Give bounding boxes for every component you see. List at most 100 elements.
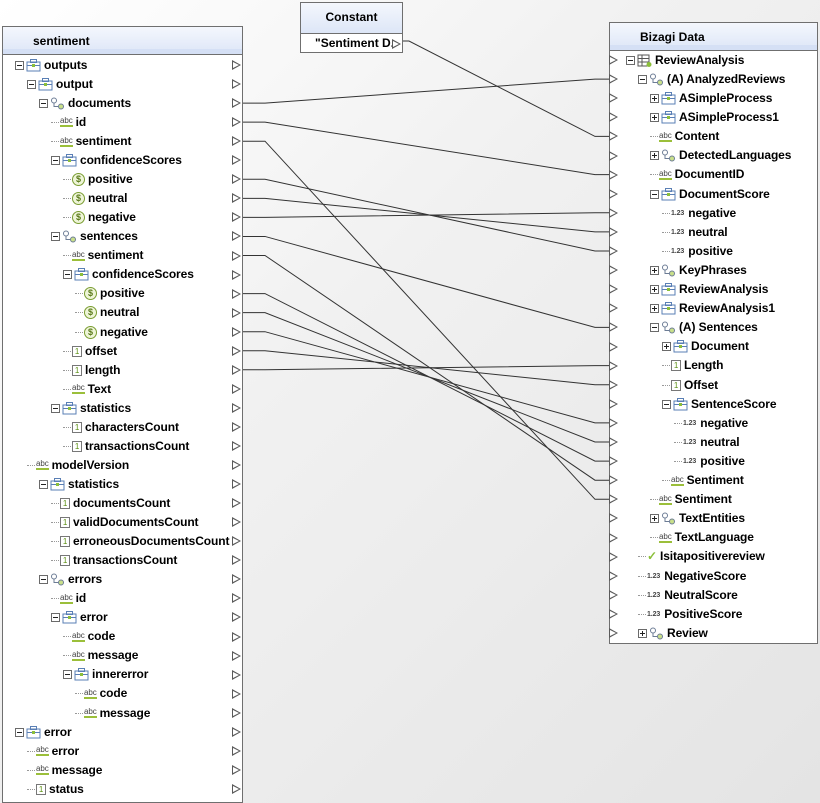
- target-tree-row[interactable]: SentenceScore: [662, 394, 777, 413]
- source-tree-row[interactable]: error: [51, 608, 108, 627]
- expand-toggle-icon[interactable]: [650, 113, 659, 123]
- source-port[interactable]: [232, 669, 241, 680]
- source-tree-row[interactable]: abc code: [63, 627, 115, 646]
- source-port[interactable]: [232, 726, 241, 737]
- collapse-toggle-icon[interactable]: [27, 79, 36, 89]
- source-port[interactable]: [232, 307, 241, 318]
- source-port[interactable]: [232, 98, 241, 109]
- target-port[interactable]: [609, 246, 618, 256]
- source-port[interactable]: [232, 421, 241, 432]
- source-tree-row[interactable]: abc id: [51, 589, 86, 608]
- expand-toggle-icon[interactable]: [650, 514, 659, 524]
- target-port[interactable]: [609, 513, 618, 524]
- target-port[interactable]: [609, 417, 618, 428]
- target-port[interactable]: [609, 55, 618, 65]
- target-port[interactable]: [609, 303, 618, 314]
- collapse-toggle-icon[interactable]: [638, 74, 647, 84]
- target-port[interactable]: [609, 207, 618, 218]
- target-port[interactable]: [609, 131, 618, 142]
- source-tree-row[interactable]: $ positive: [75, 284, 145, 303]
- source-tree-row[interactable]: errors: [39, 570, 102, 589]
- target-port[interactable]: [609, 265, 618, 276]
- target-port[interactable]: [609, 532, 618, 543]
- target-port[interactable]: [609, 475, 618, 486]
- target-port[interactable]: [609, 570, 618, 581]
- target-tree-row[interactable]: 1.23 NegativeScore: [638, 566, 746, 585]
- collapse-toggle-icon[interactable]: [15, 727, 24, 737]
- source-tree-row[interactable]: $ negative: [63, 208, 136, 227]
- source-tree-row[interactable]: 1 documentsCount: [51, 494, 170, 513]
- target-tree-row[interactable]: abc Sentiment: [662, 471, 744, 490]
- target-tree-row[interactable]: 1 Length: [662, 356, 723, 375]
- target-port[interactable]: [609, 360, 618, 371]
- collapse-toggle-icon[interactable]: [39, 479, 48, 489]
- source-tree-row[interactable]: confidenceScores: [51, 151, 182, 170]
- source-port[interactable]: [232, 536, 241, 547]
- collapse-toggle-icon[interactable]: [39, 575, 48, 585]
- constant-output-port[interactable]: [392, 39, 401, 49]
- source-tree-row[interactable]: abc message: [63, 646, 138, 665]
- source-port[interactable]: [232, 402, 241, 413]
- collapse-toggle-icon[interactable]: [650, 189, 659, 199]
- target-tree-row[interactable]: Review: [638, 624, 708, 643]
- source-tree-row[interactable]: abc sentiment: [63, 246, 143, 265]
- source-port[interactable]: [232, 155, 241, 166]
- target-port[interactable]: [609, 551, 618, 562]
- collapse-toggle-icon[interactable]: [662, 399, 671, 409]
- target-tree-row[interactable]: ASimpleProcess1: [650, 108, 779, 127]
- target-tree-row[interactable]: 1.23 negative: [662, 203, 736, 222]
- target-tree-row[interactable]: 1.23 positive: [662, 242, 733, 261]
- source-tree-row[interactable]: statistics: [39, 475, 119, 494]
- target-tree-row[interactable]: abc DocumentID: [650, 165, 744, 184]
- target-port[interactable]: [609, 284, 618, 295]
- source-tree-row[interactable]: 1 transactionsCount: [63, 437, 189, 456]
- constant-value[interactable]: "Sentiment D.: [315, 34, 394, 52]
- mapping-line[interactable]: [243, 235, 609, 328]
- collapse-toggle-icon[interactable]: [63, 270, 72, 280]
- source-port[interactable]: [232, 688, 241, 699]
- expand-toggle-icon[interactable]: [650, 265, 659, 275]
- target-tree-row[interactable]: 1.23 neutral: [674, 433, 740, 452]
- source-port[interactable]: [232, 79, 241, 90]
- source-port[interactable]: [232, 764, 241, 775]
- collapse-toggle-icon[interactable]: [39, 98, 48, 108]
- source-tree-row[interactable]: output: [27, 75, 93, 94]
- target-tree-row[interactable]: Document: [662, 337, 749, 356]
- mapping-line[interactable]: [243, 140, 609, 500]
- source-port[interactable]: [232, 650, 241, 661]
- target-tree-row[interactable]: (A) Sentences: [650, 318, 758, 337]
- source-tree-row[interactable]: statistics: [51, 398, 131, 417]
- target-port[interactable]: [609, 150, 618, 161]
- source-tree-row[interactable]: $ positive: [63, 170, 133, 189]
- expand-toggle-icon[interactable]: [650, 151, 659, 161]
- target-tree-row[interactable]: 1.23 positive: [674, 452, 745, 471]
- source-tree-row[interactable]: documents: [39, 94, 131, 113]
- expand-toggle-icon[interactable]: [650, 285, 659, 295]
- target-port[interactable]: [609, 628, 618, 638]
- target-tree-row[interactable]: 1 Offset: [662, 375, 718, 394]
- source-port[interactable]: [232, 117, 241, 128]
- collapse-toggle-icon[interactable]: [51, 613, 60, 623]
- target-tree-row[interactable]: abc Content: [650, 127, 719, 146]
- source-port[interactable]: [232, 612, 241, 623]
- source-tree-row[interactable]: abc modelVersion: [27, 456, 129, 475]
- mapping-line[interactable]: [243, 178, 609, 252]
- target-tree-row[interactable]: ✓ Isitapositivereview: [638, 547, 765, 566]
- source-tree-row[interactable]: abc code: [75, 684, 127, 703]
- target-tree-row[interactable]: DetectedLanguages: [650, 146, 791, 165]
- source-tree-row[interactable]: abc error: [27, 741, 79, 760]
- source-port[interactable]: [232, 345, 241, 356]
- source-port[interactable]: [232, 174, 241, 185]
- target-tree-row[interactable]: (A) AnalyzedReviews: [638, 70, 785, 89]
- source-tree-row[interactable]: abc message: [75, 703, 150, 722]
- target-port[interactable]: [609, 112, 618, 123]
- source-tree-row[interactable]: outputs: [15, 56, 87, 75]
- target-port[interactable]: [609, 379, 618, 390]
- source-tree-row[interactable]: 1 erroneousDocumentsCount: [51, 532, 229, 551]
- target-port[interactable]: [609, 437, 618, 447]
- source-port[interactable]: [232, 288, 241, 299]
- expand-toggle-icon[interactable]: [650, 304, 659, 314]
- target-port[interactable]: [609, 341, 618, 352]
- target-tree-row[interactable]: 1.23 neutral: [662, 222, 728, 241]
- source-port[interactable]: [232, 136, 241, 147]
